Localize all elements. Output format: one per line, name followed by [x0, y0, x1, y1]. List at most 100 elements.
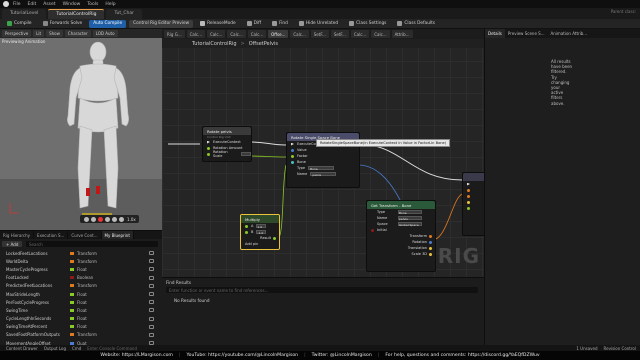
find-results-message: No Results found: [174, 298, 210, 303]
skip-forward-icon[interactable]: [119, 216, 124, 222]
add-button[interactable]: + Add: [2, 241, 23, 247]
find-button[interactable]: Find: [268, 20, 292, 28]
add-pin-button[interactable]: Add pin: [241, 241, 279, 247]
tab-label: Preview Scene S...: [507, 31, 545, 36]
list-item[interactable]: PerFootCycleProgress Float: [0, 298, 162, 306]
class-defaults-button[interactable]: Class Defaults: [393, 20, 439, 28]
unsaved-indicator[interactable]: 1 Unsaved: [576, 346, 597, 351]
compile-button[interactable]: Compile: [3, 20, 36, 28]
separator: |: [178, 353, 181, 358]
input-pin[interactable]: Rotation Scale: [203, 150, 251, 158]
visibility-icon[interactable]: [149, 332, 154, 337]
list-item[interactable]: CycleLengthInSeconds Float: [0, 315, 162, 323]
tab-rig-hierarchy[interactable]: Rig Hierarchy: [0, 231, 35, 239]
list-item[interactable]: WorldDelta Transform: [0, 257, 162, 265]
multiply-node[interactable]: Multiply A 1.0 B -1.0 Result Add pin: [240, 214, 280, 250]
tab-animation-attributes[interactable]: Animation Attrib...: [548, 29, 591, 38]
menu-edit[interactable]: Edit: [28, 2, 37, 7]
list-item[interactable]: SwingTime Float: [0, 306, 162, 314]
menu-asset[interactable]: Asset: [43, 2, 55, 7]
find-placeholder: Enter function or event name to find ref…: [169, 287, 269, 293]
float-pin-icon: [245, 230, 248, 234]
character-button[interactable]: Character: [64, 30, 91, 37]
type-dropdown[interactable]: Bone: [308, 166, 335, 171]
name-field[interactable]: Name pelvis: [287, 171, 359, 177]
parent-class-label: Parent class:: [610, 9, 636, 14]
quat-pin-icon: [291, 148, 294, 152]
get-transform-bone-node[interactable]: Get Transform - Bone Type Bone Name pelvis…: [366, 200, 436, 272]
menu-help[interactable]: Help: [105, 2, 115, 7]
search-input[interactable]: Search: [26, 241, 158, 247]
space-dropdown[interactable]: Global Space: [398, 222, 422, 227]
list-item[interactable]: LockedFeetLocations Transform: [0, 249, 162, 257]
rig-watermark: RIG: [437, 244, 480, 268]
visibility-icon[interactable]: [149, 324, 154, 329]
value-box[interactable]: [241, 152, 251, 156]
skip-back-icon[interactable]: [84, 216, 89, 222]
hide-unrelated-button[interactable]: Hide Unrelated: [295, 20, 342, 28]
field-label: Type: [377, 210, 386, 214]
unreal-logo-icon[interactable]: [3, 1, 9, 7]
class-settings-button[interactable]: Class Settings: [345, 20, 390, 28]
rig-graph-editor[interactable]: Rig G... Calc... Calc... Calc... Calc...…: [162, 29, 484, 277]
list-item[interactable]: MaxStrideLength Float: [0, 290, 162, 298]
rotate-pelvis-node[interactable]: Rotate pelvis Control Rig Unit ExecuteCo…: [202, 126, 252, 162]
visibility-icon[interactable]: [149, 251, 154, 256]
console-command-input[interactable]: Enter Console Command: [87, 346, 137, 351]
playback-speed[interactable]: 1.0x: [127, 217, 136, 222]
list-item[interactable]: MasterCycleProgress Float: [0, 265, 162, 273]
tab-details[interactable]: Details: [485, 29, 505, 38]
forwards-solve-label: Forwards Solve: [49, 21, 83, 26]
visibility-icon[interactable]: [149, 316, 154, 321]
forwards-solve-button[interactable]: Forwards Solve: [39, 20, 87, 28]
name-dropdown[interactable]: pelvis: [310, 172, 337, 177]
value-box[interactable]: 1.0: [256, 224, 267, 229]
value-box[interactable]: -1.0: [256, 230, 267, 235]
visibility-icon[interactable]: [149, 283, 154, 288]
release-mode-button[interactable]: ReleaseMode: [196, 20, 240, 28]
visibility-icon[interactable]: [149, 308, 154, 313]
step-forward-icon[interactable]: [112, 216, 117, 222]
menu-tools[interactable]: Tools: [87, 2, 98, 7]
visibility-icon[interactable]: [149, 267, 154, 272]
menu-file[interactable]: File: [13, 2, 21, 7]
play-icon[interactable]: [105, 216, 110, 222]
revision-control-button[interactable]: Revision Control: [604, 346, 636, 351]
list-item[interactable]: SwingTimeAtPercent Float: [0, 323, 162, 331]
tab-tut-char[interactable]: Tut_Char: [106, 8, 143, 19]
list-item[interactable]: FootLocked Boolean: [0, 274, 162, 282]
output-log-button[interactable]: Output Log: [44, 346, 66, 351]
cmd-dropdown[interactable]: Cmd: [72, 346, 81, 351]
diff-button[interactable]: Diff: [243, 20, 265, 28]
output-pin[interactable]: Scale 3D: [367, 251, 435, 257]
type-dropdown[interactable]: Bone: [398, 210, 422, 215]
lod-button[interactable]: LOD Auto: [92, 30, 118, 37]
find-search-input[interactable]: Enter function or event name to find ref…: [166, 287, 478, 293]
tab-tutorial-control-rig[interactable]: TutorialControlRig: [48, 8, 105, 19]
visibility-icon[interactable]: [149, 300, 154, 305]
tab-my-blueprint[interactable]: My Blueprint: [101, 231, 134, 239]
partial-node[interactable]: [462, 172, 484, 236]
visibility-icon[interactable]: [149, 259, 154, 264]
variable-type: Transform: [77, 258, 97, 264]
name-dropdown[interactable]: pelvis: [398, 216, 422, 221]
record-icon[interactable]: [98, 216, 103, 222]
preview-viewport[interactable]: Perspective Lit Show Character LOD Auto …: [0, 29, 162, 230]
auto-compile-toggle[interactable]: Auto Compile: [89, 19, 127, 28]
step-back-icon[interactable]: [91, 216, 96, 222]
tab-preview-scene[interactable]: Preview Scene S...: [505, 29, 548, 38]
content-drawer-button[interactable]: Content Drawer: [6, 346, 38, 351]
perspective-button[interactable]: Perspective: [2, 30, 32, 37]
visibility-icon[interactable]: [149, 292, 154, 297]
visibility-icon[interactable]: [149, 275, 154, 280]
list-item[interactable]: SavedFootPlatformOutputs Transform: [0, 331, 162, 339]
input-pin[interactable]: [463, 205, 484, 211]
show-button[interactable]: Show: [46, 30, 63, 37]
tab-curve-container[interactable]: Curve Cont...: [68, 231, 102, 239]
tab-execution-stack[interactable]: Execution S...: [34, 231, 69, 239]
list-item[interactable]: PredictedFeetLocations Transform: [0, 282, 162, 290]
preview-dropdown[interactable]: Control Rig Editor Preview: [129, 19, 194, 28]
tab-tutorial-level[interactable]: TutorialLevel: [2, 8, 47, 19]
menu-window[interactable]: Window: [63, 2, 81, 7]
lit-button[interactable]: Lit: [33, 30, 45, 37]
